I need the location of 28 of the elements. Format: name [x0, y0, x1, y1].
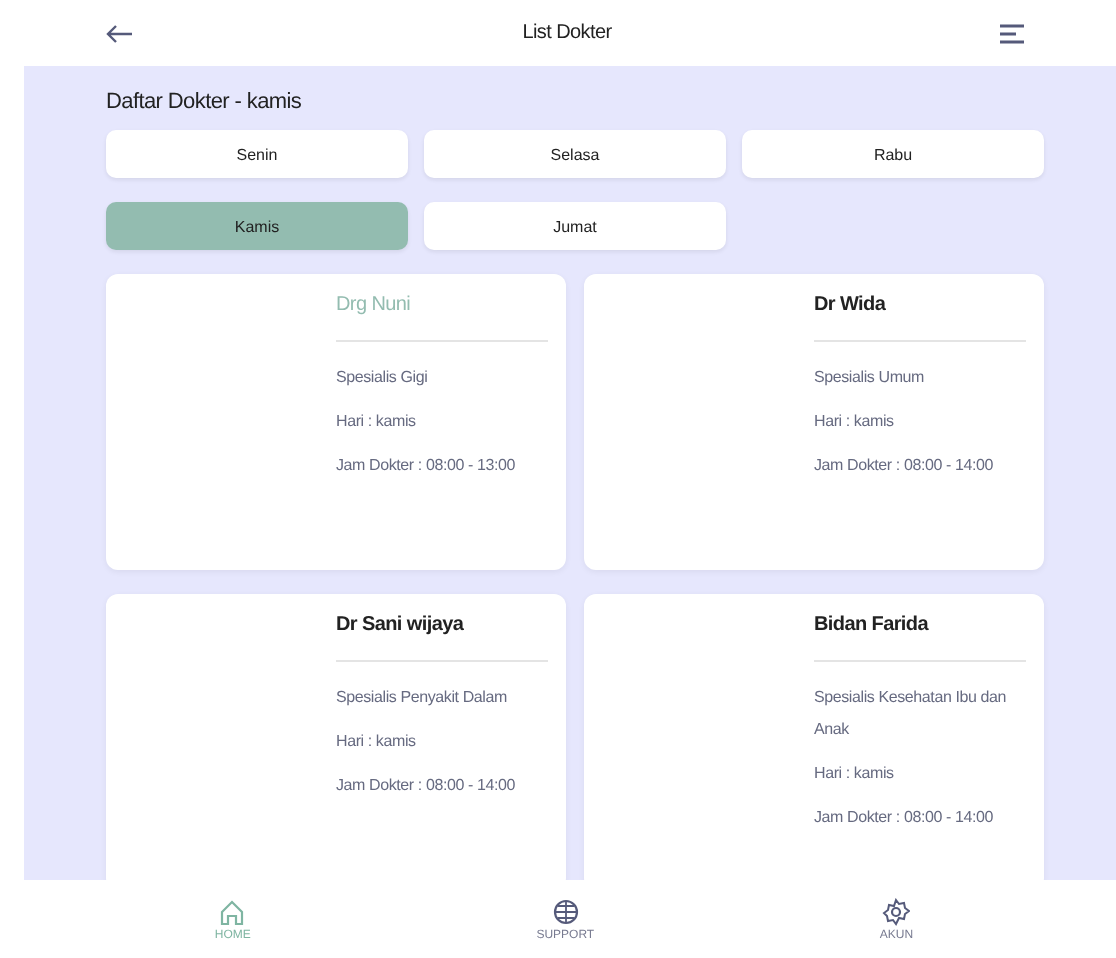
specialty-text: Spesialis Penyakit Dalam — [336, 686, 509, 710]
home-icon — [218, 897, 247, 925]
doctor-name: Drg Nuni — [336, 294, 413, 316]
back-arrow-icon[interactable] — [106, 23, 134, 43]
day-text: Hari : kamis — [814, 762, 896, 786]
day-tab[interactable]: Selasa — [424, 130, 726, 178]
doctor-name: Dr Wida — [814, 294, 888, 316]
day-tab[interactable]: Jumat — [424, 202, 726, 250]
hours-text: Jam Dokter : 08:00 - 14:00 — [336, 774, 518, 798]
hours-text: Jam Dokter : 08:00 - 13:00 — [336, 454, 518, 478]
day-text: Hari : kamis — [814, 410, 896, 434]
gear-icon — [882, 897, 911, 925]
day-tab[interactable]: Kamis — [106, 202, 408, 250]
day-text: Hari : kamis — [336, 730, 418, 754]
day-tab[interactable]: Senin — [106, 130, 408, 178]
doctor-name: Dr Sani wijaya — [336, 614, 466, 636]
day-text: Hari : kamis — [336, 410, 418, 434]
hours-text: Jam Dokter : 08:00 - 14:00 — [814, 806, 996, 830]
globe-icon — [551, 897, 580, 925]
specialty-text: Spesialis Umum — [814, 366, 926, 390]
page-title: List Dokter — [522, 22, 612, 44]
doctor-name: Bidan Farida — [814, 614, 931, 636]
section-heading: Daftar Dokter - kamis — [106, 90, 304, 114]
specialty-text: Spesialis Kesehatan Ibu dan Anak — [814, 686, 1009, 742]
day-tab[interactable]: Rabu — [742, 130, 1044, 178]
specialty-text: Spesialis Gigi — [336, 366, 430, 390]
hours-text: Jam Dokter : 08:00 - 14:00 — [814, 454, 996, 478]
menu-icon[interactable] — [1000, 23, 1024, 43]
